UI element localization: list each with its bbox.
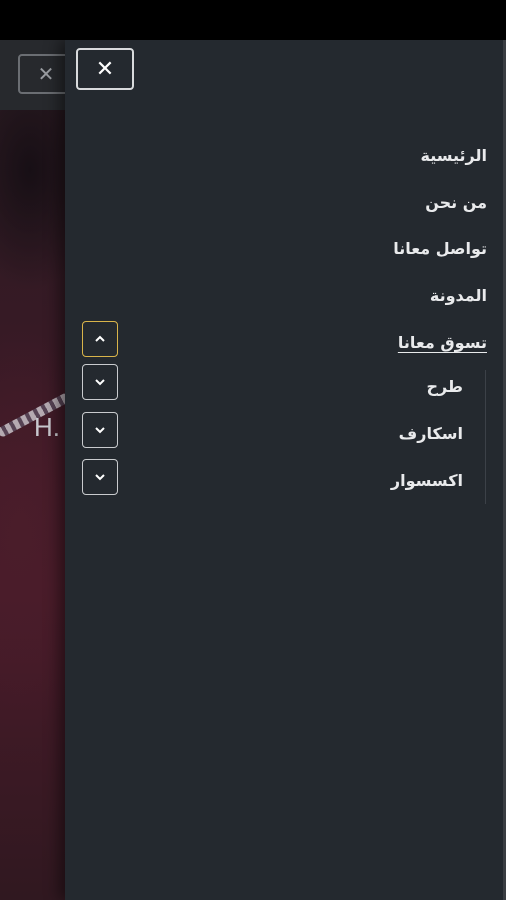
- tarha-submenu-toggle[interactable]: [82, 364, 118, 400]
- menu-item-blog[interactable]: المدونة: [430, 286, 487, 305]
- submenu-divider: [485, 370, 486, 504]
- shop-submenu-toggle[interactable]: [82, 321, 118, 357]
- menu-item-about[interactable]: من نحن: [425, 193, 487, 212]
- navigation-drawer: ✕ الرئيسية من نحن تواصل معانا المدونة تس…: [65, 40, 503, 900]
- chevron-down-icon: [95, 427, 105, 434]
- top-status-bar: [0, 0, 506, 40]
- chevron-down-icon: [95, 379, 105, 386]
- scarf-submenu-toggle[interactable]: [82, 412, 118, 448]
- submenu-item-accessories[interactable]: اكسسوار: [391, 471, 463, 490]
- menu-item-shop[interactable]: تسوق معانا: [398, 333, 487, 352]
- submenu-item-tarha[interactable]: طرح: [426, 377, 463, 396]
- close-icon: ✕: [95, 56, 115, 82]
- accessories-submenu-toggle[interactable]: [82, 459, 118, 495]
- chevron-down-icon: [95, 474, 105, 481]
- hero-text: H.: [34, 412, 60, 442]
- drawer-close-button[interactable]: ✕: [76, 48, 134, 90]
- close-icon: ✕: [37, 62, 55, 86]
- submenu-item-scarf[interactable]: اسكارف: [399, 424, 463, 443]
- menu-item-contact[interactable]: تواصل معانا: [393, 239, 487, 258]
- menu-item-home[interactable]: الرئيسية: [421, 146, 488, 165]
- chevron-up-icon: [95, 335, 105, 342]
